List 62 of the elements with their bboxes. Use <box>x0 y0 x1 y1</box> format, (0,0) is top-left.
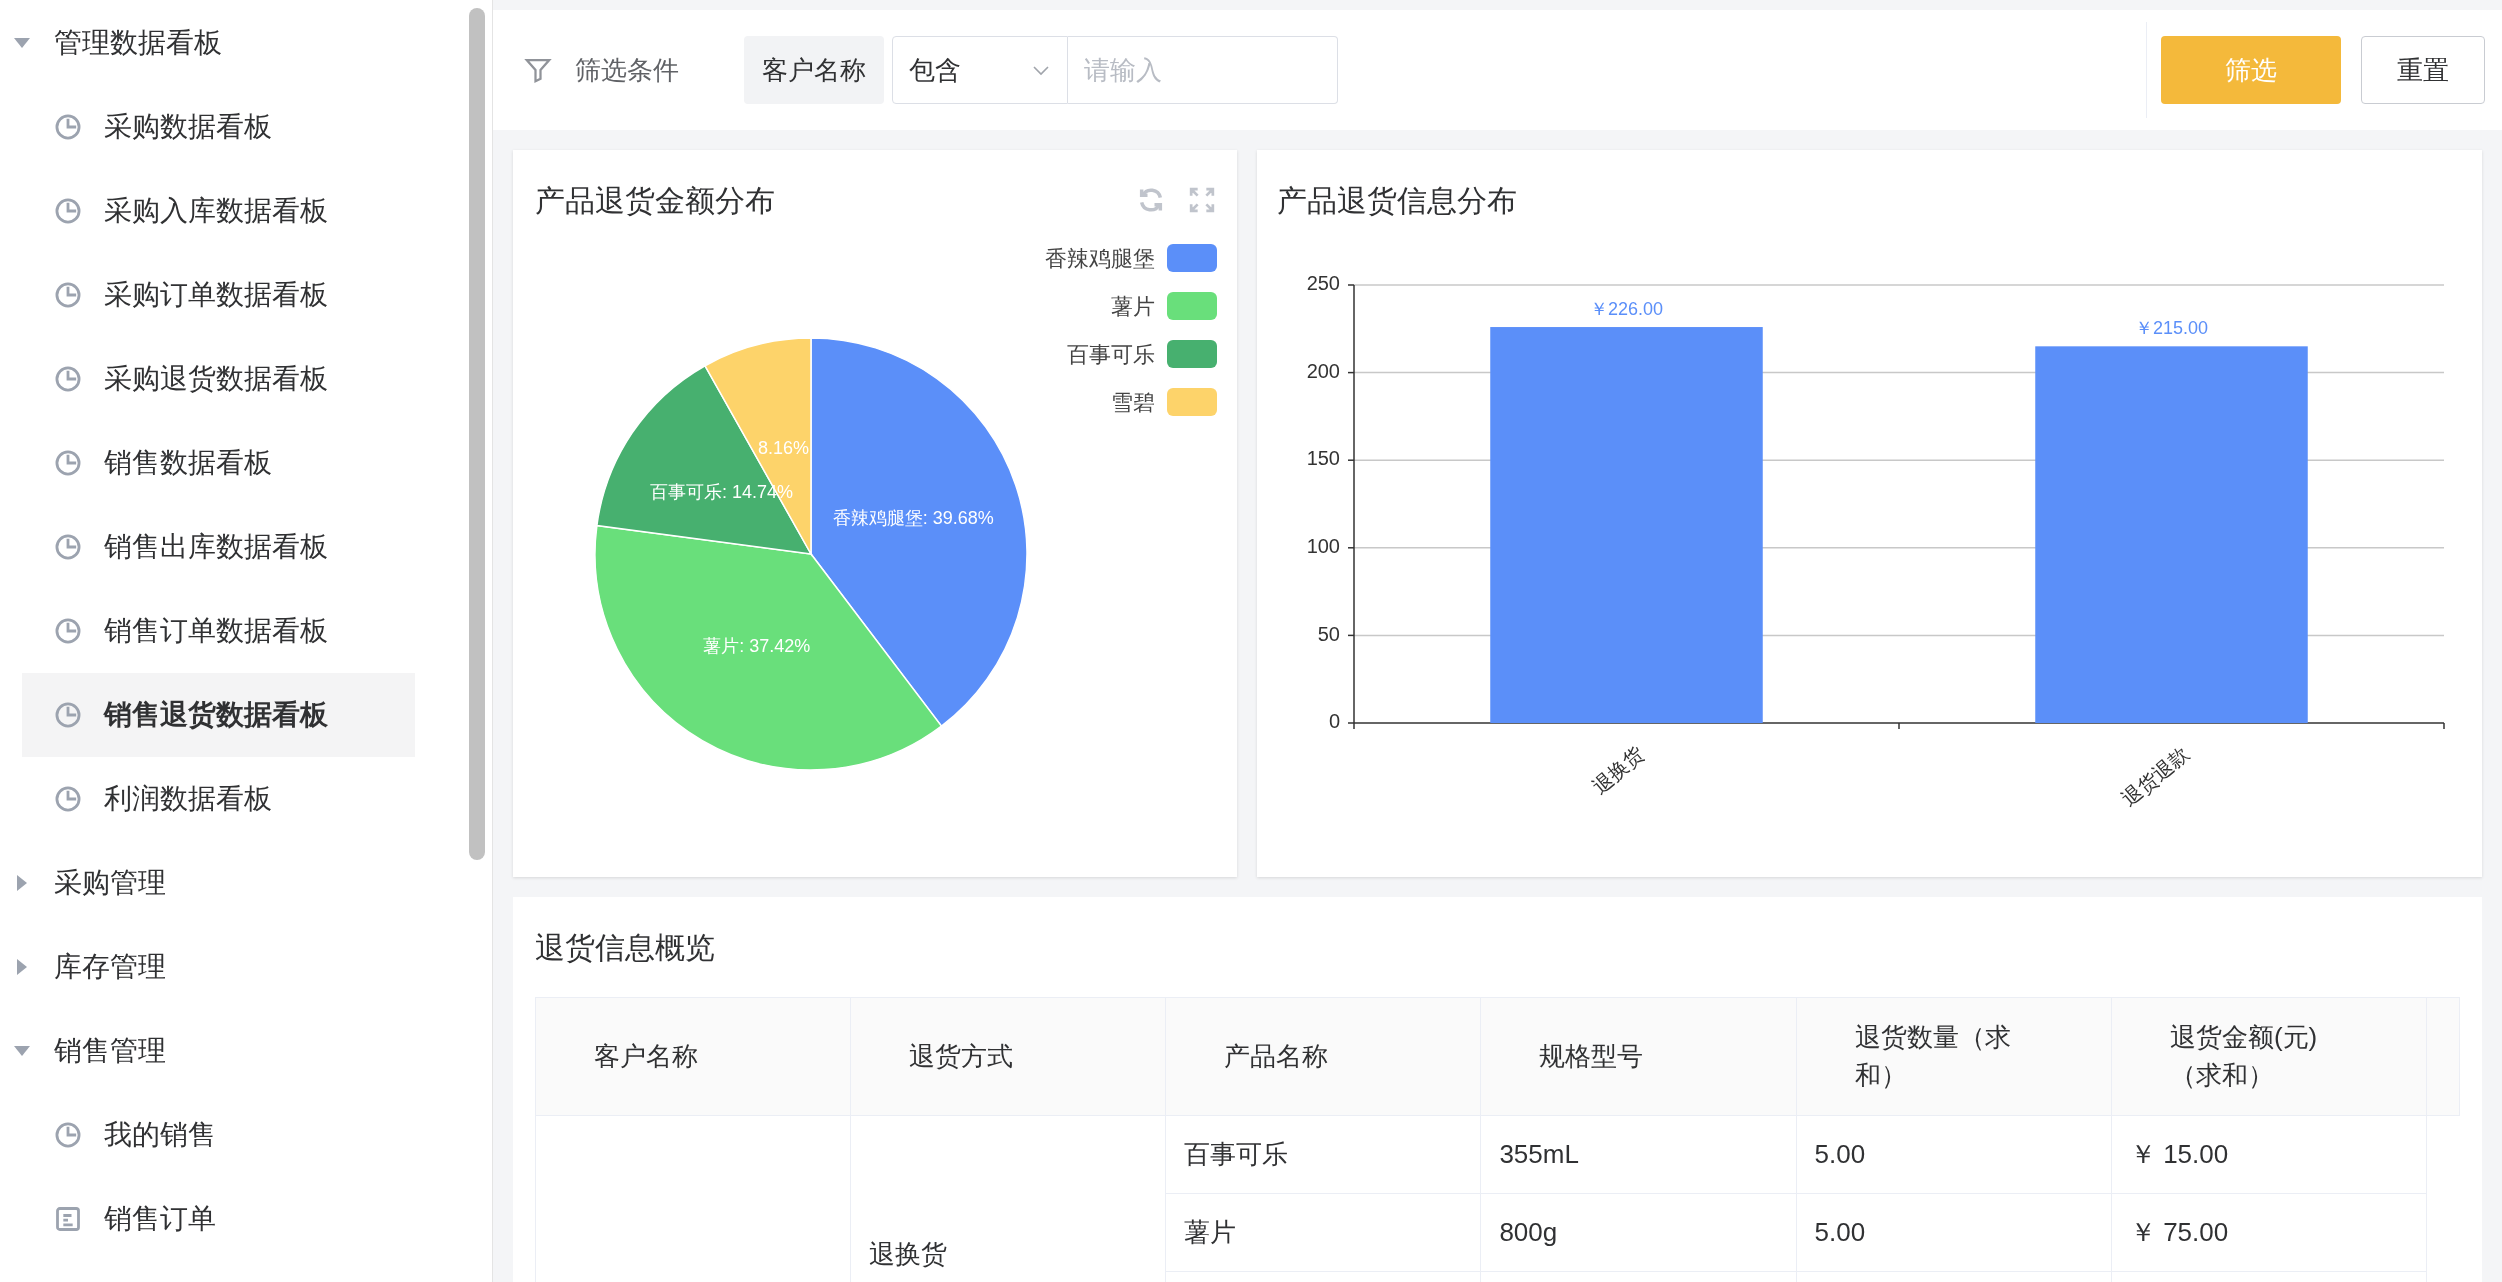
legend-label: 薯片 <box>1111 292 1155 321</box>
legend-swatch[interactable] <box>1167 340 1217 368</box>
menu-group[interactable]: 库存管理 <box>0 925 462 1009</box>
y-tick-label: 250 <box>1306 272 1340 295</box>
legend-swatch[interactable] <box>1167 388 1217 416</box>
legend-swatch[interactable] <box>1167 292 1217 320</box>
menu-group[interactable]: 采购管理 <box>0 841 462 925</box>
table-title: 退货信息概览 <box>535 929 716 966</box>
scrollbar-thumb[interactable] <box>469 8 485 860</box>
menu-item[interactable]: 销售数据看板 <box>22 421 415 505</box>
value-input[interactable]: 请输入 <box>1068 36 1338 104</box>
fullscreen-icon[interactable] <box>1189 187 1215 213</box>
menu-group[interactable]: 销售管理 <box>0 1009 462 1093</box>
menu-item[interactable]: 采购入库数据看板 <box>22 169 415 253</box>
menu-item[interactable]: 销售出库数据看板 <box>22 505 415 589</box>
table-cell: 800g <box>1480 1193 1796 1272</box>
menu-item[interactable]: 采购数据看板 <box>22 85 415 169</box>
column-header: 产品名称 <box>1165 997 1481 1116</box>
menu-group[interactable]: 管理数据看板 <box>0 1 462 85</box>
filter-label: 筛选条件 <box>575 53 679 87</box>
column-header: 退货方式 <box>850 997 1166 1116</box>
legend-label: 雪碧 <box>1111 388 1155 417</box>
refresh-icon[interactable] <box>1137 186 1165 214</box>
y-tick-label: 200 <box>1306 359 1340 382</box>
menu-item[interactable]: 销售退货数据看板 <box>22 673 415 757</box>
card-title: 产品退货信息分布 <box>1277 182 1517 219</box>
menu-item[interactable]: 采购订单数据看板 <box>22 253 415 337</box>
table-cell: 5.00 <box>1796 1193 2112 1272</box>
column-header: 退货金额(元)（求和） <box>2111 997 2427 1116</box>
column-header: 客户名称 <box>535 997 851 1116</box>
table-cell: 薯片 <box>1165 1193 1481 1272</box>
slice-label: 8.16% <box>758 438 810 459</box>
bar-value-label: ￥226.00 <box>1589 299 1664 320</box>
legend-label: 百事可乐 <box>1067 340 1155 369</box>
x-tick-label: 退货退款 <box>2117 742 2194 811</box>
menu-item[interactable]: 销售订单数据看板 <box>22 589 415 673</box>
y-tick-label: 50 <box>1317 622 1340 645</box>
y-tick-label: 150 <box>1306 447 1340 470</box>
menu-item[interactable]: 我的销售 <box>22 1093 415 1177</box>
table-cell: ￥ 75.00 <box>2111 1193 2427 1272</box>
table-cell: ￥ 15.00 <box>2111 1115 2427 1194</box>
card-title: 产品退货金额分布 <box>535 182 775 219</box>
menu-item[interactable]: 利润数据看板 <box>22 757 415 841</box>
reset-button[interactable]: 重置 <box>2361 36 2485 104</box>
legend-swatch[interactable] <box>1167 244 1217 272</box>
table-cell: 百事可乐 <box>1165 1115 1481 1194</box>
menu-item[interactable]: 采购退货数据看板 <box>22 337 415 421</box>
document-icon <box>54 1205 82 1233</box>
menu-item[interactable]: 销售订单 <box>22 1177 415 1261</box>
legend-label: 香辣鸡腿堡 <box>1045 244 1155 273</box>
table-cell: 355mL <box>1480 1115 1796 1194</box>
slice-label: 薯片: 37.42% <box>703 636 811 657</box>
y-tick-label: 0 <box>1328 710 1340 733</box>
x-tick-label: 退换货 <box>1588 742 1649 798</box>
slice-label: 香辣鸡腿堡: 39.68% <box>832 508 994 529</box>
y-tick-label: 100 <box>1306 535 1340 558</box>
column-header: 规格型号 <box>1480 997 1796 1116</box>
operator-select[interactable]: 包含 <box>892 36 1068 104</box>
table-cell: 5.00 <box>1796 1115 2112 1194</box>
bar-value-label: ￥215.00 <box>2134 318 2209 339</box>
field-label: 客户名称 <box>744 36 884 104</box>
column-header: 退货数量（求和） <box>1796 997 2112 1116</box>
